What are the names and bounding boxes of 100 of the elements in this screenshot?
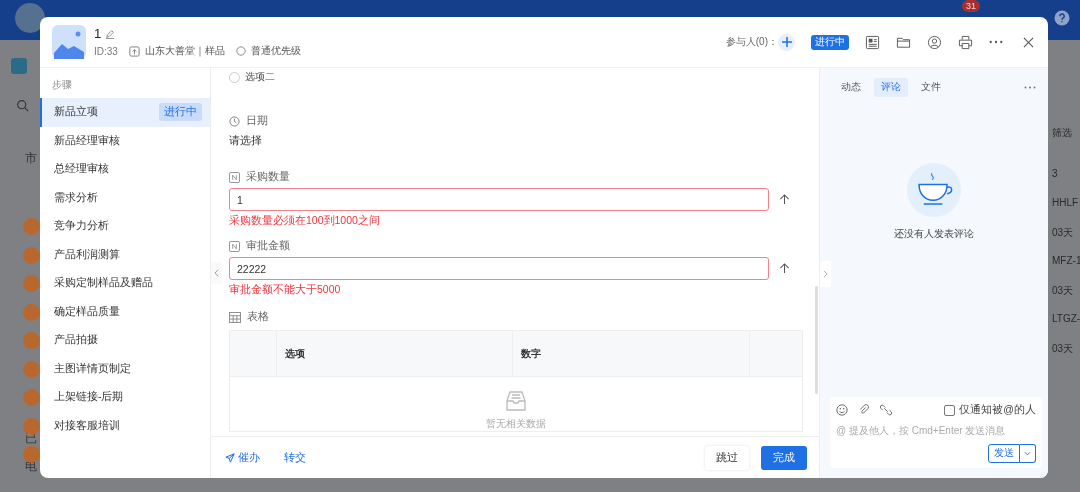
folder-avatar-icon: [23, 218, 40, 235]
empty-inbox-icon: [504, 389, 528, 413]
more-icon[interactable]: [989, 40, 1003, 44]
priority-label[interactable]: 普通优先级: [250, 44, 301, 58]
step-label: 采购定制样品及赠品: [54, 276, 153, 291]
more-icon[interactable]: [1024, 86, 1036, 89]
checkbox[interactable]: [944, 404, 956, 416]
background-text: LTGZ-: [1052, 313, 1080, 324]
steps-heading: 步骤: [51, 78, 73, 92]
number-field-icon: [229, 171, 240, 183]
clock-icon: [229, 115, 240, 127]
step-label: 产品拍摄: [54, 333, 98, 348]
radio-label: 选项二: [245, 70, 275, 84]
step-item[interactable]: 上架链接-后期: [40, 383, 210, 412]
folder-avatar-icon: [23, 275, 40, 292]
background-text: 3: [1052, 168, 1058, 179]
send-button[interactable]: 发送: [988, 444, 1020, 463]
participants-label: 参与人(0)：: [725, 35, 778, 49]
arrow-up-icon[interactable]: [779, 194, 790, 205]
avatar[interactable]: [15, 3, 45, 33]
close-icon[interactable]: [1023, 36, 1034, 48]
folder-avatar-icon: [23, 360, 40, 378]
step-label: 竞争力分析: [54, 219, 109, 234]
send-options-button[interactable]: [1020, 444, 1036, 463]
help-icon[interactable]: [1054, 10, 1070, 26]
chevron-left-icon: [214, 269, 219, 277]
send-icon: [225, 452, 235, 463]
field-label: 采购数量: [246, 170, 290, 184]
folder-avatar-icon: [23, 246, 40, 264]
step-label: 总经理审核: [54, 162, 109, 177]
edit-icon[interactable]: [105, 28, 116, 39]
panel-tab[interactable]: 动态: [834, 78, 868, 97]
link-icon[interactable]: [880, 404, 892, 416]
field-label: 日期: [246, 114, 268, 128]
field-label: 审批金额: [246, 239, 290, 253]
step-item[interactable]: 对接客服培训: [40, 411, 210, 440]
table-icon: [229, 311, 241, 323]
project-icon: [128, 45, 140, 57]
document-icon[interactable]: [865, 34, 880, 50]
paperclip-icon[interactable]: [858, 404, 870, 416]
skip-button[interactable]: 跳过: [705, 445, 749, 470]
expand-handle[interactable]: [820, 261, 831, 287]
background-text: HHLF: [1052, 197, 1079, 208]
task-title: 1: [94, 26, 102, 41]
step-item[interactable]: 需求分析: [40, 183, 210, 212]
status-badge: 进行中: [811, 34, 849, 50]
background-text: 03天: [1052, 226, 1074, 240]
step-item[interactable]: 新品经理审核: [40, 126, 210, 155]
step-label: 新品经理审核: [54, 133, 120, 148]
field-label: 表格: [247, 310, 269, 324]
step-status-badge: 进行中: [159, 103, 202, 122]
step-item[interactable]: 主图详情页制定: [40, 354, 210, 383]
step-label: 产品利润测算: [54, 247, 120, 262]
print-icon[interactable]: [958, 34, 973, 50]
panel-tab[interactable]: 评论: [874, 78, 908, 97]
priority-circle-icon: [235, 46, 246, 56]
step-item[interactable]: 产品利润测算: [40, 240, 210, 269]
background-text: 03天: [1052, 342, 1074, 356]
user-circle-icon[interactable]: [927, 34, 942, 50]
panel-tab[interactable]: 文件: [914, 78, 948, 97]
step-item[interactable]: 采购定制样品及赠品: [40, 269, 210, 298]
folder-avatar-icon: [23, 417, 40, 435]
step-label: 确定样品质量: [54, 304, 120, 319]
column-header: 数字: [513, 331, 750, 376]
add-participant-button[interactable]: [778, 33, 795, 51]
emoji-icon[interactable]: [836, 404, 848, 416]
number-field-icon: [229, 240, 240, 252]
step-label: 上架链接-后期: [54, 390, 124, 405]
arrow-up-icon[interactable]: [779, 263, 790, 274]
teacup-illustration: [906, 162, 962, 218]
number-input[interactable]: 1: [229, 188, 769, 211]
step-label: 新品立项: [54, 105, 98, 120]
step-item[interactable]: 总经理审核: [40, 155, 210, 184]
folder-avatar-icon: [23, 303, 40, 321]
validation-error: 审批金额不能大于5000: [229, 283, 342, 297]
step-label: 对接客服培训: [54, 418, 120, 433]
chevron-right-icon: [823, 270, 828, 278]
folder-avatar-icon: [23, 332, 40, 349]
step-label: 需求分析: [54, 190, 98, 205]
step-item[interactable]: 竞争力分析: [40, 212, 210, 241]
urge-button[interactable]: 催办: [225, 450, 260, 465]
step-item[interactable]: 产品拍摄: [40, 326, 210, 355]
folder-avatar-icon: [23, 389, 40, 406]
collapse-handle[interactable]: [211, 262, 222, 284]
image-thumbnail-icon: [52, 25, 86, 59]
transfer-button[interactable]: 转交: [284, 450, 306, 465]
step-item[interactable]: 新品立项 进行中: [40, 98, 210, 127]
caret-icon: [1024, 451, 1031, 456]
validation-error: 采购数量必须在100到1000之间: [229, 214, 381, 228]
date-picker[interactable]: 请选择: [229, 134, 262, 148]
complete-button[interactable]: 完成: [761, 445, 807, 470]
background-text: 03天: [1052, 284, 1074, 298]
empty-comments-text: 还没有人发表评论: [894, 228, 974, 241]
notify-option-label: 仅通知被@的人: [959, 403, 1036, 417]
column-header: 选项: [277, 331, 514, 376]
notification-badge: 31: [962, 0, 980, 12]
project-name[interactable]: 山东大善堂｜样品: [144, 44, 225, 58]
number-input[interactable]: 22222: [229, 257, 769, 280]
folder-avatar-icon: [23, 446, 40, 463]
step-item[interactable]: 确定样品质量: [40, 297, 210, 326]
